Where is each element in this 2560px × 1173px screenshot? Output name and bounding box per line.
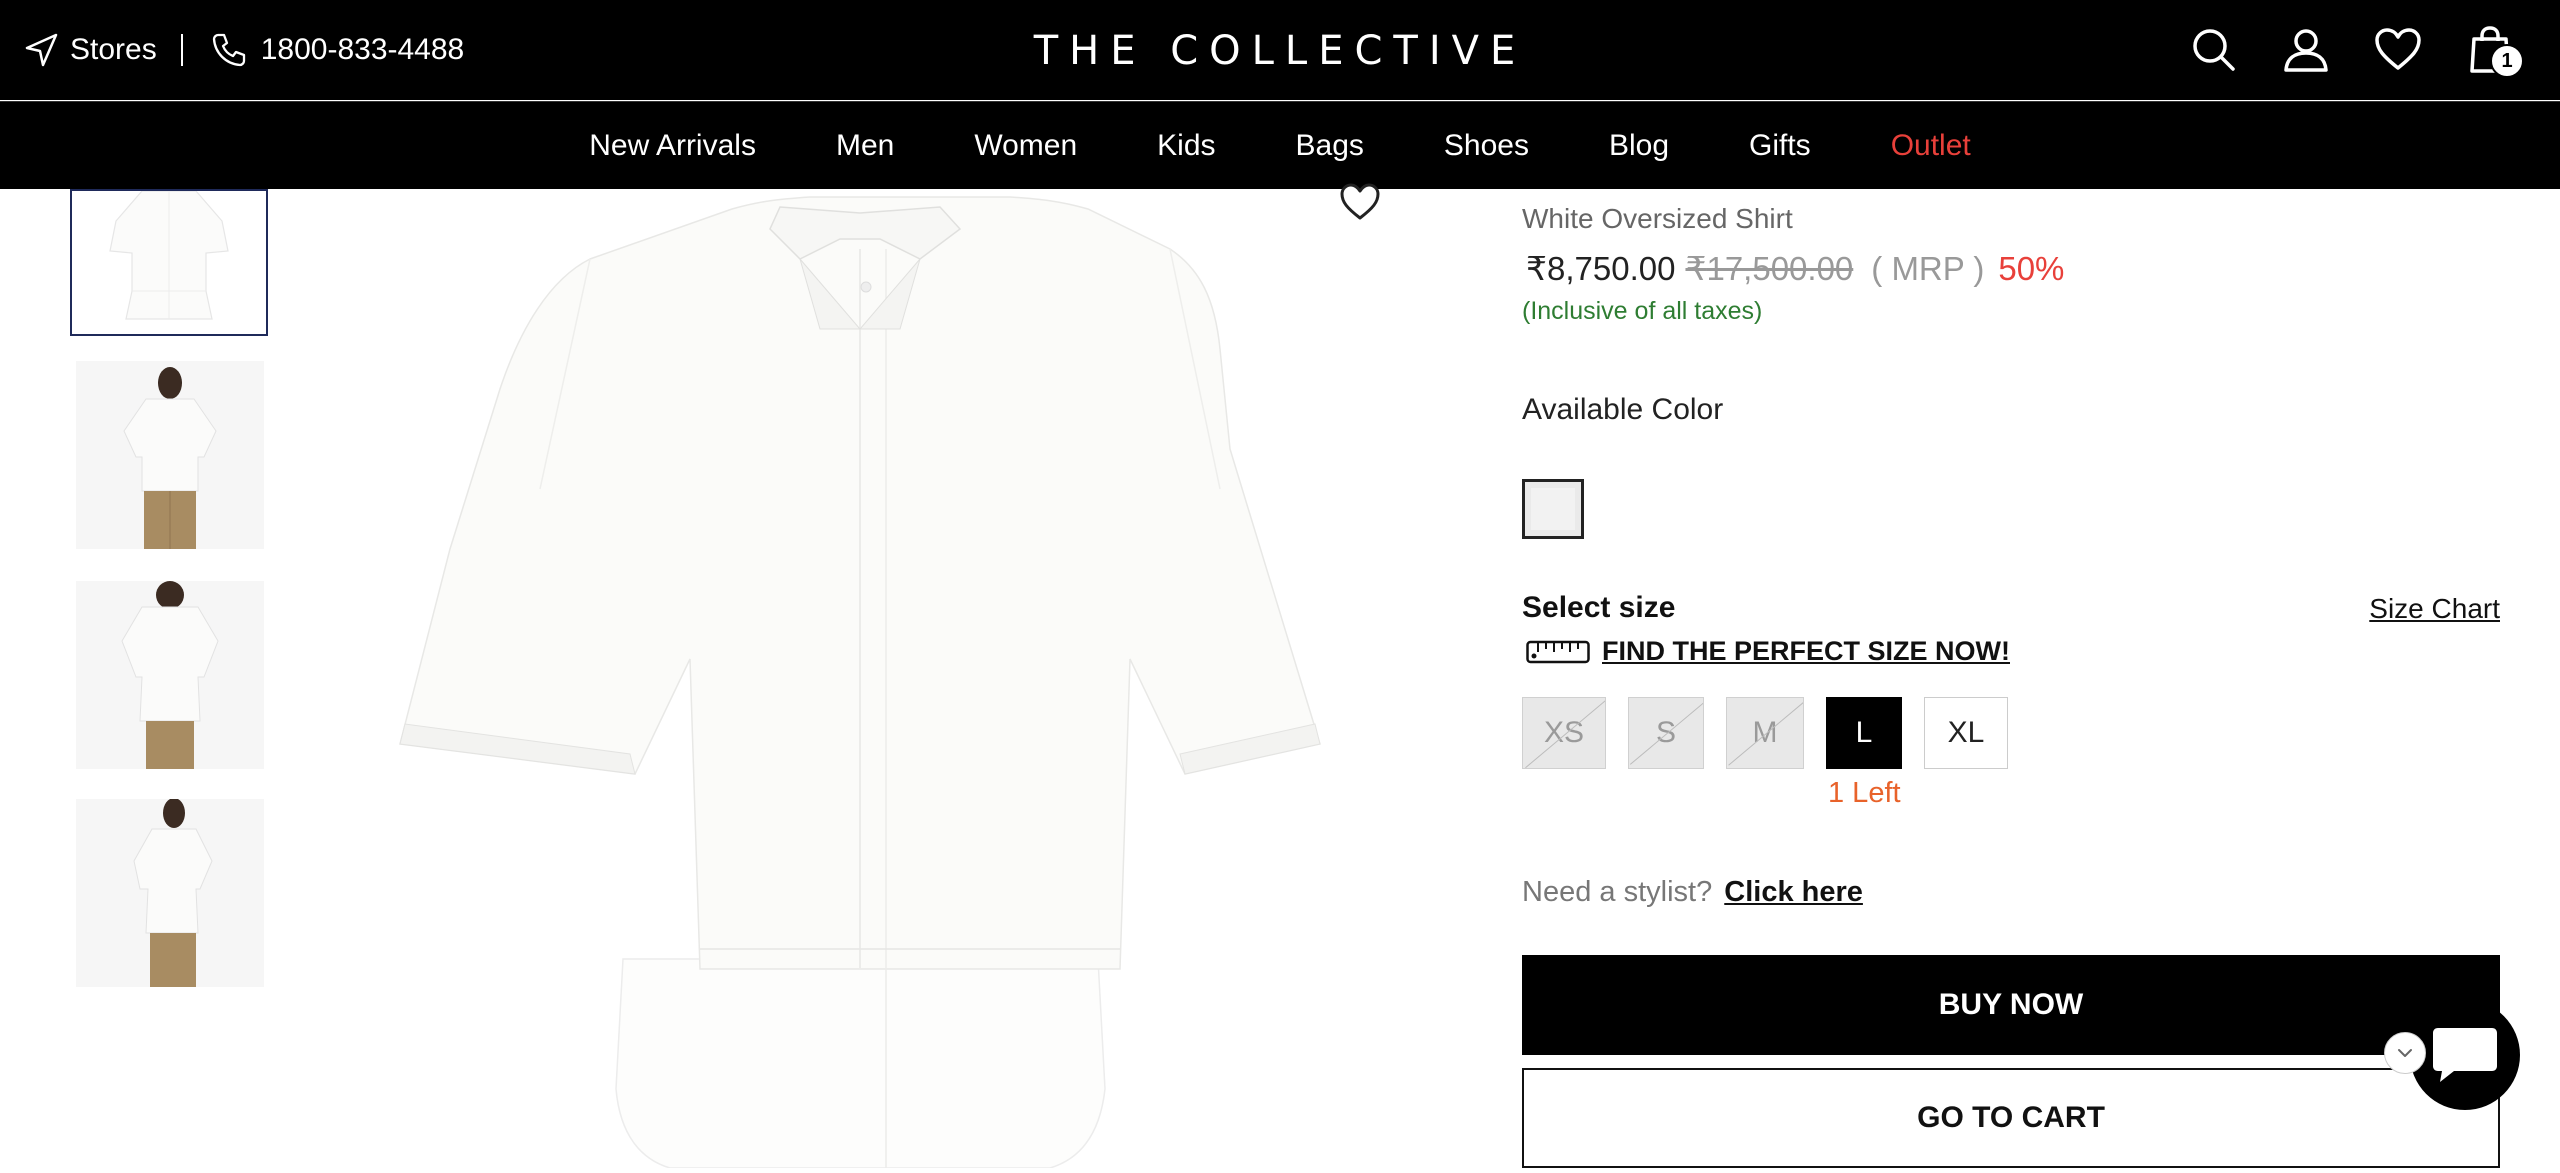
rupee-symbol: ₹ <box>1526 250 1547 287</box>
top-bar-right: 1 <box>2152 20 2524 80</box>
nav-item-new-arrivals[interactable]: New Arrivals <box>589 129 756 163</box>
thumbnail-2[interactable] <box>76 361 264 549</box>
thumbnail-4[interactable] <box>76 799 264 987</box>
top-bar: Stores 1800-833-4488 THE COLLECTIVE 1 <box>0 0 2560 100</box>
nav-item-shoes[interactable]: Shoes <box>1444 129 1529 163</box>
stylist-click-here-link[interactable]: Click here <box>1724 876 1863 908</box>
available-color-label: Available Color <box>1522 393 1724 426</box>
nav-item-men[interactable]: Men <box>836 129 894 163</box>
size-option-xs[interactable]: XS <box>1522 697 1606 769</box>
color-swatch-white[interactable] <box>1522 479 1584 539</box>
heart-icon[interactable] <box>2368 20 2428 80</box>
chevron-down-icon[interactable] <box>2384 1032 2426 1074</box>
chat-button[interactable] <box>2410 1000 2520 1110</box>
user-icon[interactable] <box>2276 20 2336 80</box>
select-size-label: Select size <box>1522 591 1676 624</box>
size-chart-link[interactable]: Size Chart <box>2369 593 2500 625</box>
tax-note: (Inclusive of all taxes) <box>1522 297 1763 325</box>
stylist-prompt-text: Need a stylist? <box>1522 876 1713 908</box>
nav-item-women[interactable]: Women <box>974 129 1077 163</box>
wishlist-heart-icon[interactable] <box>1338 180 1382 224</box>
chat-bubble-icon <box>2433 1028 2497 1082</box>
find-perfect-size-link[interactable]: FIND THE PERFECT SIZE NOW! <box>1526 636 2010 667</box>
price-row: ₹8,750.00 ₹17,500.00 ( MRP ) 50% <box>1526 249 2064 288</box>
size-option-m[interactable]: M <box>1726 697 1804 769</box>
product-name: White Oversized Shirt <box>1522 203 1793 234</box>
nav-item-bags[interactable]: Bags <box>1296 129 1364 163</box>
stylist-prompt: Need a stylist? Click here <box>1522 876 1863 909</box>
discount-percent: 50% <box>1998 250 2065 287</box>
main-product-image[interactable] <box>360 189 1460 1169</box>
go-to-cart-button[interactable]: GO TO CART <box>1522 1068 2500 1168</box>
stock-note: 1 Left <box>1828 777 1901 809</box>
size-option-s[interactable]: S <box>1628 697 1704 769</box>
sale-price-value: 8,750.00 <box>1547 250 1676 287</box>
mrp-price: ₹17,500.00 <box>1685 249 1853 288</box>
cart-count-badge: 1 <box>2490 44 2524 78</box>
size-option-l[interactable]: L <box>1826 697 1902 769</box>
thumbnail-3[interactable] <box>76 581 264 769</box>
nav-item-blog[interactable]: Blog <box>1609 129 1669 163</box>
size-option-xl[interactable]: XL <box>1924 697 2008 769</box>
nav-item-outlet[interactable]: Outlet <box>1891 129 1971 163</box>
sale-price: ₹8,750.00 <box>1526 249 1675 288</box>
measuring-tape-icon <box>1526 640 1590 663</box>
color-swatch-fill <box>1531 488 1575 530</box>
rupee-symbol-mrp: ₹ <box>1685 250 1707 287</box>
shopping-bag-icon[interactable]: 1 <box>2460 20 2524 80</box>
mrp-price-value: 17,500.00 <box>1706 250 1854 287</box>
find-size-text: FIND THE PERFECT SIZE NOW! <box>1602 636 2010 666</box>
nav-item-kids[interactable]: Kids <box>1157 129 1215 163</box>
thumbnail-1[interactable] <box>70 189 268 336</box>
buy-now-button[interactable]: BUY NOW <box>1522 955 2500 1055</box>
nav-item-gifts[interactable]: Gifts <box>1749 129 1811 163</box>
main-nav: New Arrivals Men Women Kids Bags Shoes B… <box>0 101 2560 189</box>
mrp-label: ( MRP ) <box>1871 250 1985 287</box>
search-icon[interactable] <box>2184 20 2244 80</box>
